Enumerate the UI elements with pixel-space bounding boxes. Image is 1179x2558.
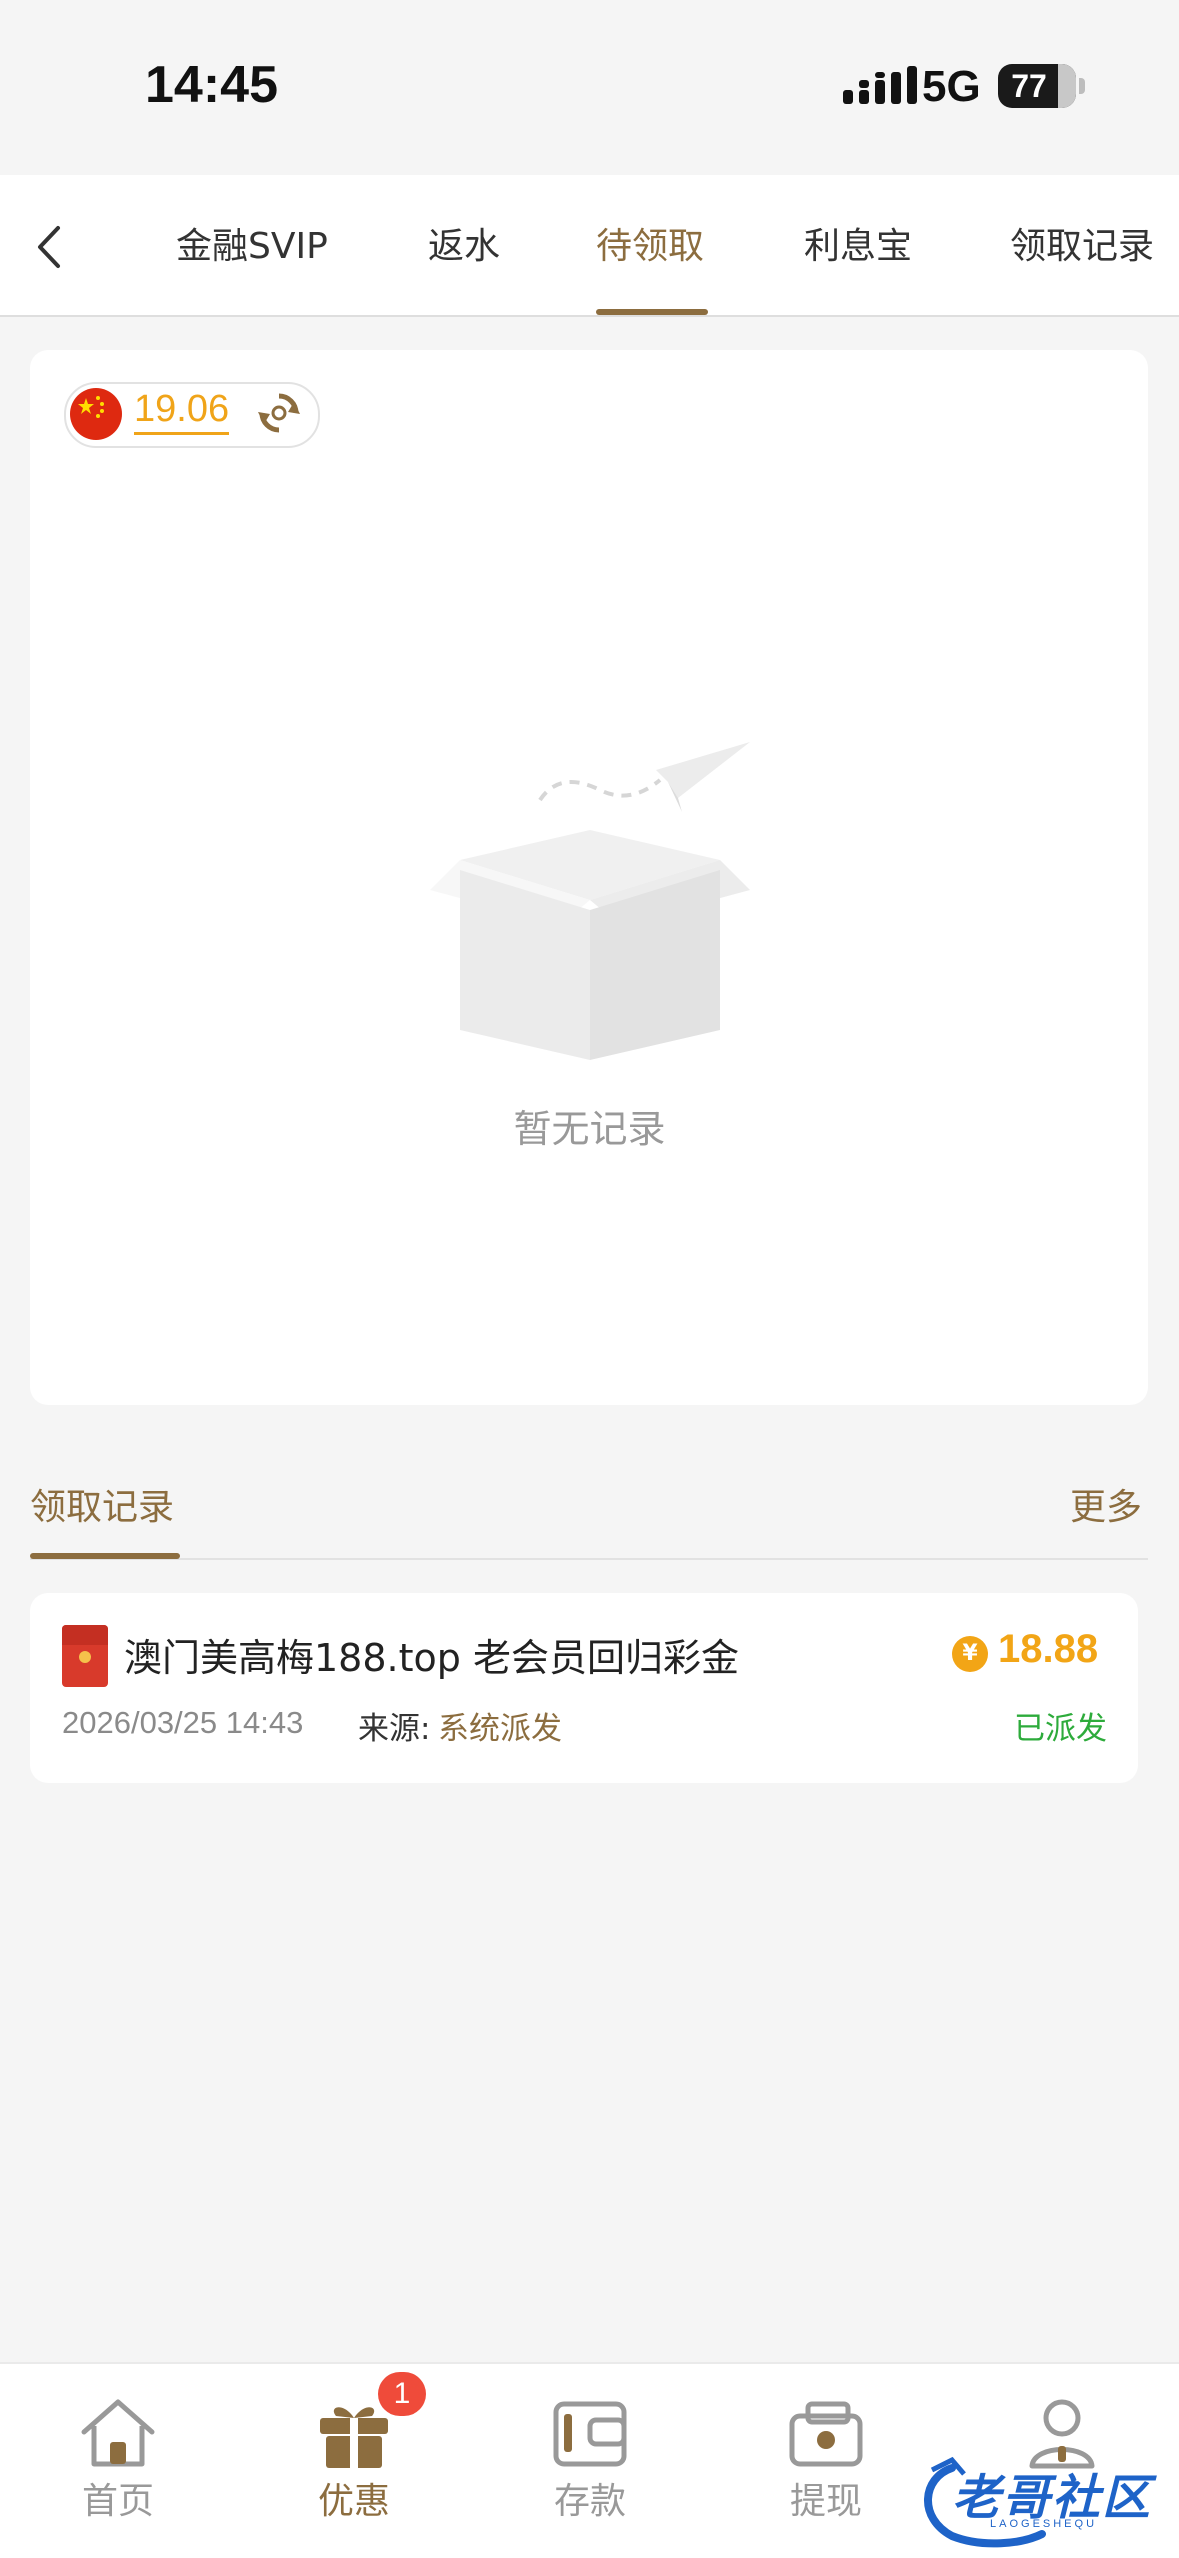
tab-svip[interactable]: 金融SVIP [176, 217, 328, 269]
record-time: 2026/03/25 14:43 [62, 1705, 304, 1740]
promo-badge: 1 [378, 2372, 426, 2416]
nav-home-label[interactable]: 首页 [38, 2472, 198, 2524]
tab-rebate[interactable]: 返水 [428, 217, 500, 269]
tab-claim-records[interactable]: 领取记录 [1010, 217, 1154, 269]
record-source-value: 系统派发 [438, 1711, 562, 1747]
nav-deposit-label[interactable]: 存款 [510, 2472, 670, 2524]
red-envelope-icon [62, 1625, 108, 1687]
record-amount: 18.88 [998, 1627, 1099, 1671]
balance-value[interactable]: 19.06 [134, 386, 230, 435]
refresh-icon[interactable] [256, 390, 302, 436]
records-divider [30, 1558, 1148, 1560]
cash-icon[interactable] [786, 2396, 866, 2470]
empty-state-text: 暂无记录 [513, 1107, 666, 1151]
battery-nub [1079, 78, 1085, 94]
record-title: 澳门美高梅188.top 老会员回归彩金 [124, 1636, 739, 1680]
record-source-label: 来源: [358, 1711, 431, 1747]
records-more-link[interactable]: 更多 [1070, 1478, 1142, 1530]
watermark-subtext: LAOGESHEQU [990, 2518, 1098, 2530]
records-title-indicator [30, 1553, 180, 1559]
battery-level: 77 [1011, 68, 1047, 104]
tab-pending[interactable]: 待领取 [596, 217, 704, 269]
active-tab-indicator [596, 309, 708, 315]
record-status: 已派发 [1014, 1711, 1107, 1747]
nav-promo-label[interactable]: 优惠 [274, 2472, 434, 2524]
home-icon[interactable] [78, 2396, 158, 2470]
record-item[interactable] [30, 1593, 1138, 1783]
empty-box-icon [430, 742, 750, 1060]
back-chevron-icon[interactable] [30, 222, 70, 272]
records-title[interactable]: 领取记录 [30, 1478, 174, 1530]
network-type: 5G [922, 62, 981, 111]
battery-icon: 77 [998, 64, 1076, 108]
china-flag-icon [70, 388, 122, 440]
wallet-icon[interactable] [550, 2396, 630, 2470]
tab-interest[interactable]: 利息宝 [804, 217, 912, 269]
coin-icon: ¥ [952, 1636, 988, 1672]
nav-withdraw-label[interactable]: 提现 [746, 2472, 906, 2524]
status-time: 14:45 [145, 56, 278, 114]
